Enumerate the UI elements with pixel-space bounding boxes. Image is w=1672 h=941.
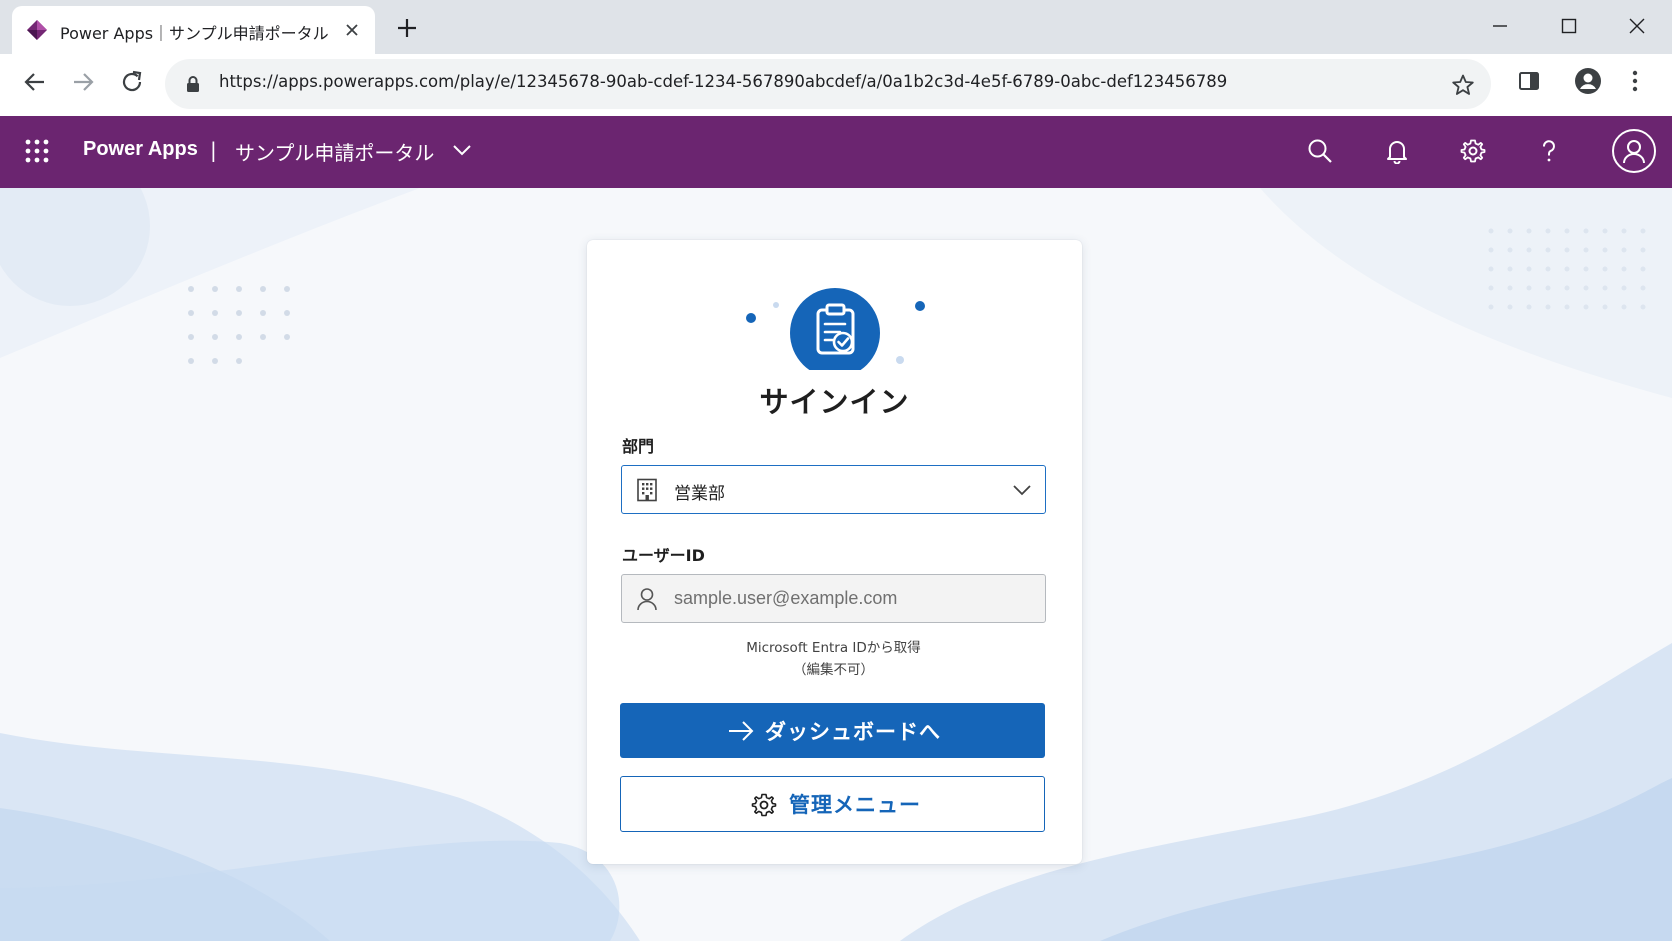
help-icon[interactable] [1536,138,1562,164]
dashboard-button-label: ダッシュボードへ [765,720,941,744]
gear-icon [751,792,777,818]
user-id-note: Microsoft Entra IDから取得 [746,640,921,656]
power-apps-logo-icon [26,19,48,41]
browser-tab[interactable]: Power Apps｜サンプル申請ポータル [12,6,375,54]
page-title: サインイン [759,385,910,419]
profile-icon[interactable] [1574,67,1602,95]
new-tab-icon[interactable] [396,17,418,39]
search-icon[interactable] [1307,138,1333,164]
back-icon[interactable] [22,69,48,95]
close-tab-icon[interactable] [344,22,360,38]
address-bar[interactable]: https://apps.powerapps.com/play/e/123456… [165,59,1491,109]
admin-menu-button-label: 管理メニュー [789,793,921,817]
reload-icon[interactable] [119,69,145,95]
department-select[interactable]: 営業部 [621,465,1046,514]
browser-menu-icon[interactable] [1630,69,1640,93]
bookmark-star-icon[interactable] [1451,73,1475,97]
tab-title: Power Apps｜サンプル申請ポータル [60,24,329,43]
forward-icon[interactable] [70,69,96,95]
user-icon [636,587,658,611]
account-icon[interactable] [1612,129,1656,173]
header-separator: | [210,138,217,162]
bell-icon[interactable] [1384,138,1410,164]
department-label: 部門 [622,437,655,456]
admin-menu-button[interactable]: 管理メニュー [620,776,1045,832]
user-id-label: ユーザーID [622,546,705,565]
clipboard-icon [737,260,937,370]
signin-card: サインイン 部門 営業部 ユーザーID sample.user@example.… [587,240,1082,864]
app-name[interactable]: Power Apps [83,138,198,161]
browser-toolbar: https://apps.powerapps.com/play/e/123456… [0,54,1672,116]
app-launcher-icon[interactable] [24,138,50,164]
app-header: Power Apps | サンプル申請ポータル [0,116,1672,188]
url-text[interactable]: https://apps.powerapps.com/play/e/123456… [219,72,1227,91]
lock-icon[interactable] [185,75,201,93]
chevron-down-icon[interactable] [452,143,472,157]
portal-name[interactable]: サンプル申請ポータル [235,137,434,166]
arrow-right-icon [727,720,755,742]
dashboard-button[interactable]: ダッシュボードへ [620,703,1045,758]
building-icon [636,478,658,502]
browser-tab-strip: Power Apps｜サンプル申請ポータル [0,0,1672,54]
user-id-placeholder: sample.user@example.com [674,588,898,608]
minimize-icon[interactable] [1490,16,1510,36]
user-id-field[interactable]: sample.user@example.com [621,574,1046,623]
department-value: 営業部 [674,484,725,504]
user-id-readonly-note: （編集不可） [793,662,874,678]
maximize-icon[interactable] [1559,16,1579,36]
chevron-down-icon[interactable] [1012,483,1032,497]
close-window-icon[interactable] [1627,16,1647,36]
side-panel-icon[interactable] [1517,69,1541,93]
gear-icon[interactable] [1460,138,1486,164]
